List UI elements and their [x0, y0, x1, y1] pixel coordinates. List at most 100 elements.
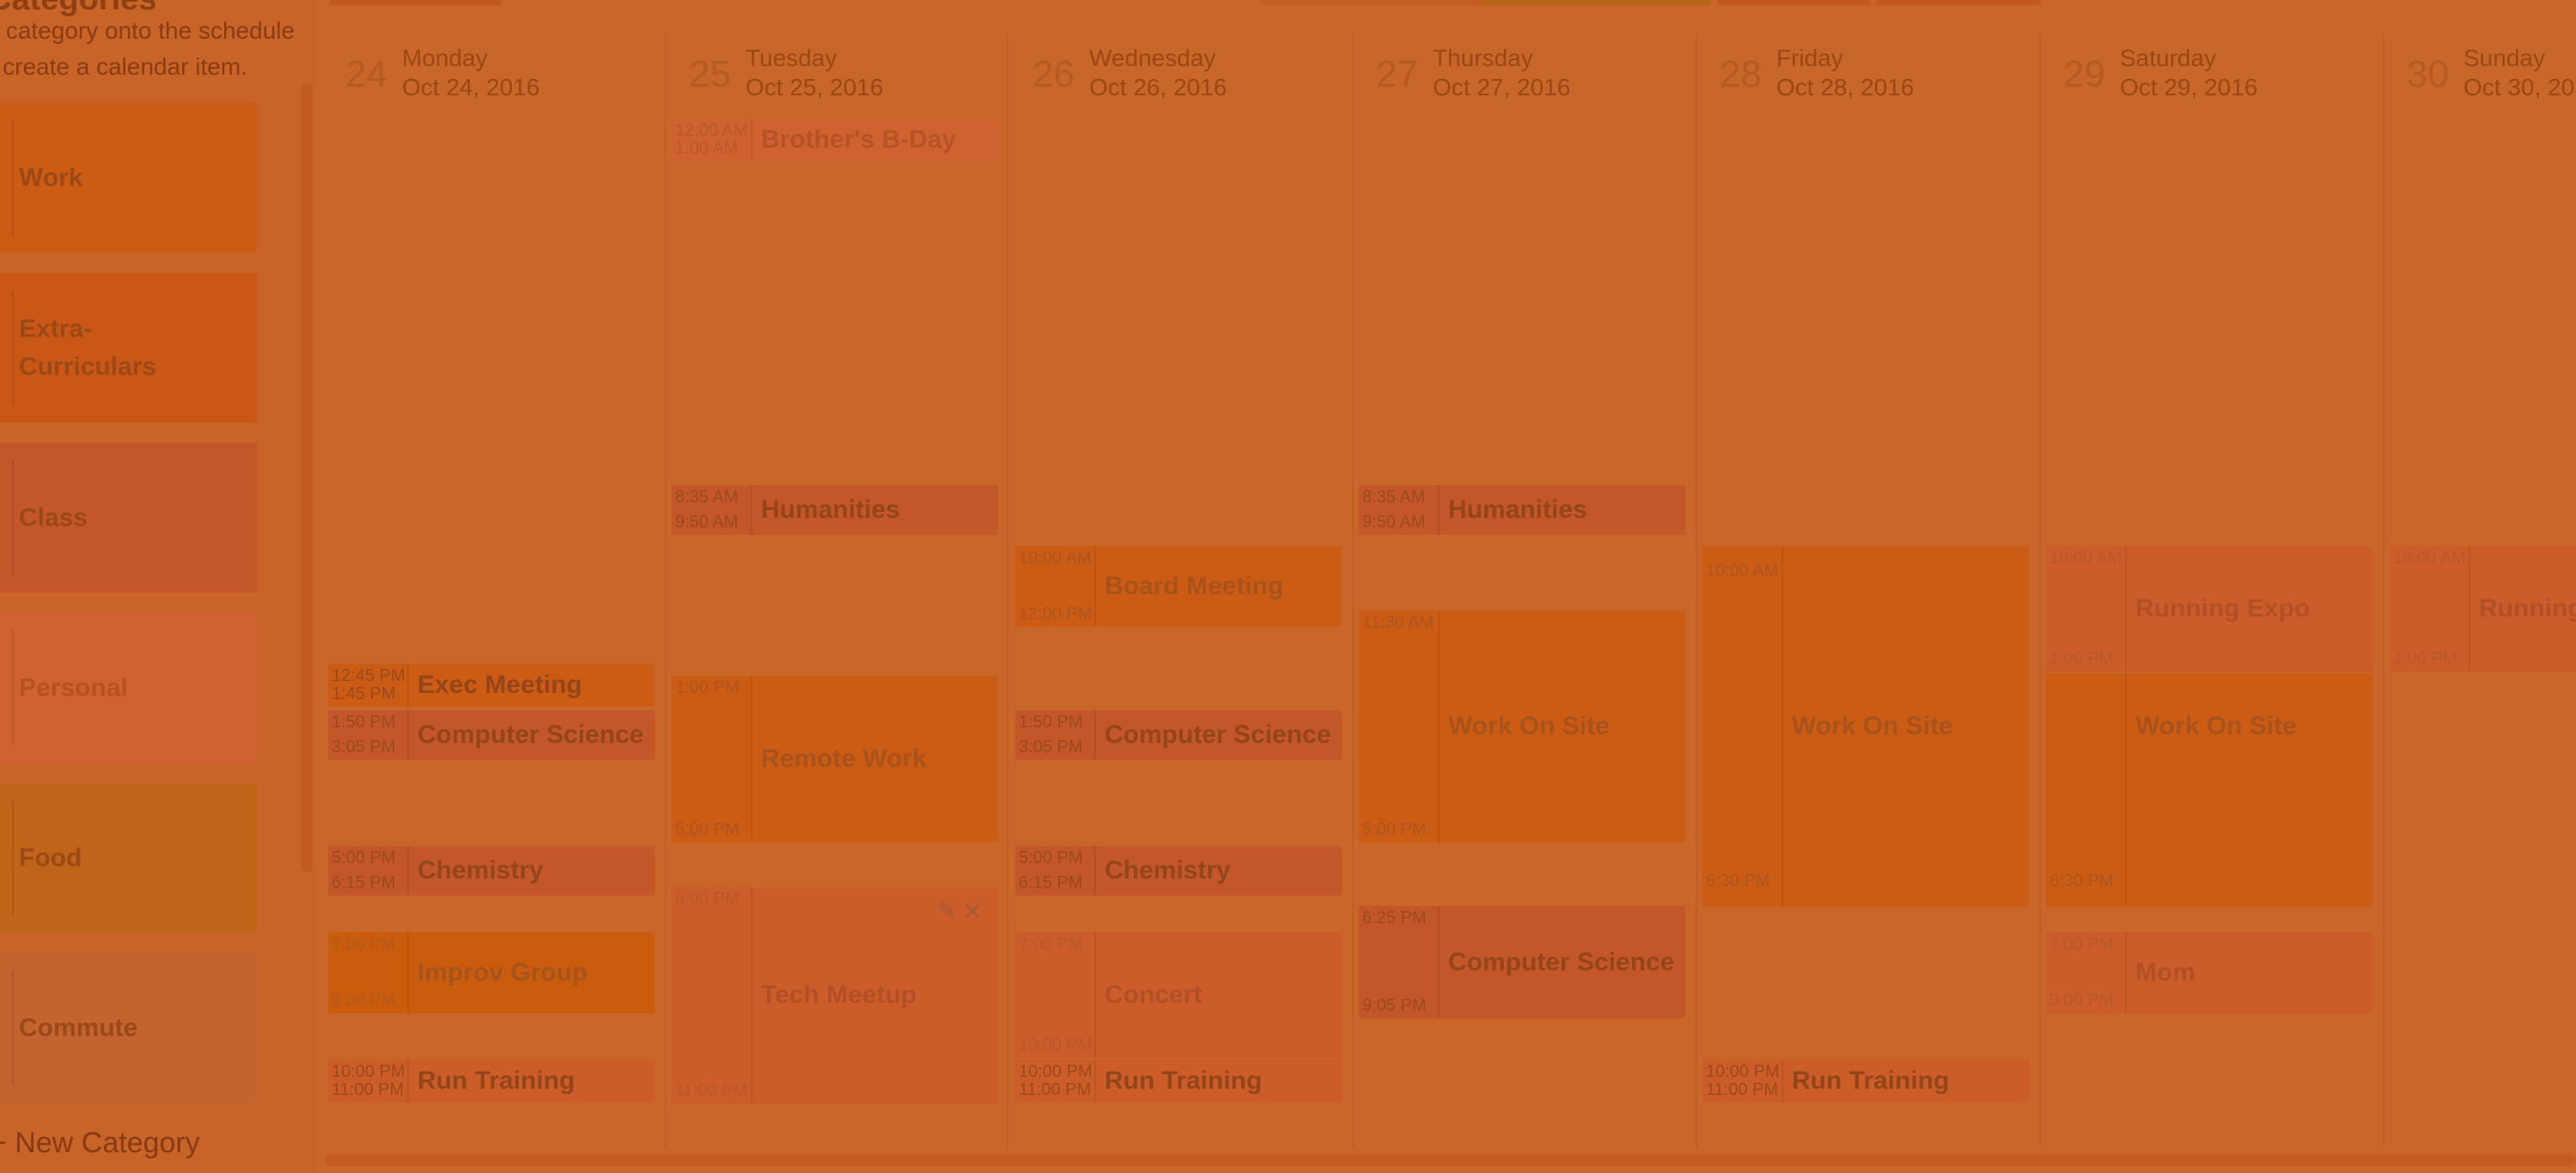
event-title: Mom: [2135, 958, 2195, 987]
column-divider: [1696, 34, 1697, 1147]
calendar-event[interactable]: 10:00 PM 11:00 PM Run Training: [1702, 1060, 2029, 1103]
event-end-time: 6:30 PM: [1706, 872, 1770, 890]
category-label: Food: [19, 843, 82, 872]
day-header-tuesday: 25 Tuesday Oct 25, 2016: [670, 45, 1005, 105]
calendar-event[interactable]: 10:00 PM 11:00 PM Run Training: [1015, 1060, 1342, 1103]
event-title: Work On Site: [1792, 712, 1953, 740]
event-title: Humanities: [1448, 495, 1587, 524]
event-start-time: 7:00 PM: [1019, 935, 1083, 954]
day-header-thursday: 27 Thursday Oct 27, 2016: [1357, 45, 1692, 105]
sidebar-scrollbar[interactable]: [301, 84, 313, 872]
event-end-time: 9:05 PM: [1362, 996, 1427, 1015]
event-title: Computer Science: [417, 720, 644, 749]
drag-handle[interactable]: [12, 290, 14, 405]
event-end-time: 9:00 PM: [2049, 991, 2114, 1010]
category-commute[interactable]: Commute: [0, 953, 257, 1103]
close-icon[interactable]: ✕: [963, 898, 988, 925]
event-start-time: 6:25 PM: [1362, 909, 1427, 927]
day-header-wednesday: 26 Wednesday Oct 26, 2016: [1014, 45, 1349, 105]
calendar-event[interactable]: 5:00 PM 6:15 PM Chemistry: [328, 846, 655, 896]
calendar-event[interactable]: 6:25 PM 9:05 PM Computer Science: [1359, 906, 1685, 1018]
category-label: Class: [19, 503, 88, 532]
column-divider: [1007, 34, 1008, 1147]
calendar-event-selected[interactable]: 6:00 PM 11:00 PM Tech Meetup ✎✕: [672, 887, 998, 1103]
event-title: Run Training: [1105, 1067, 1263, 1095]
event-title: Improv Group: [417, 958, 588, 987]
day-date: Oct 30, 2016: [2463, 74, 2576, 100]
tab-indicator[interactable]: [1876, 0, 2041, 5]
day-date: Oct 27, 2016: [1433, 74, 1571, 100]
category-class[interactable]: Class: [0, 443, 257, 593]
event-end-time: 11:00 PM: [332, 1080, 405, 1099]
calendar-event[interactable]: 1:00 PM 5:00 PM Remote Work: [672, 676, 998, 842]
event-end-time: 12:00 PM: [1019, 605, 1093, 623]
column-divider: [665, 34, 667, 1147]
calendar-event[interactable]: 5:00 PM 6:15 PM Chemistry: [1015, 846, 1342, 896]
event-title: Remote Work: [761, 745, 927, 773]
day-number: 27: [1376, 53, 1418, 95]
event-start-time: 8:35 AM: [675, 488, 739, 507]
event-title: Run Training: [1792, 1067, 1950, 1095]
event-end-time: 6:15 PM: [332, 873, 396, 892]
drag-handle[interactable]: [12, 970, 14, 1085]
calendar-event[interactable]: 7:00 PM 9:00 PM Improv Group: [328, 933, 655, 1013]
edit-pencil-icon[interactable]: ✎: [937, 898, 962, 925]
event-end-time: 11:00 PM: [675, 1081, 748, 1100]
calendar-event[interactable]: 8:35 AM 9:50 AM Humanities: [1359, 485, 1685, 535]
calendar-event[interactable]: 7:00 PM 10:00 PM Concert: [1015, 933, 1342, 1058]
event-title: Work On Site: [1448, 712, 1610, 740]
calendar-event[interactable]: 8:35 AM 9:50 AM Humanities: [672, 485, 998, 535]
calendar-event[interactable]: 1:50 PM 3:05 PM Computer Science: [328, 710, 655, 760]
event-end-time: 11:00 PM: [1019, 1080, 1092, 1099]
calendar-event[interactable]: 10:00 AM 1:00 PM Running: [2390, 546, 2576, 672]
column-divider: [1352, 34, 1354, 1147]
event-title: Run Training: [417, 1067, 575, 1095]
event-start-time: 10:00 AM: [2393, 549, 2466, 568]
day-date: Oct 25, 2016: [746, 74, 884, 100]
day-header-saturday: 29 Saturday Oct 29, 2016: [2044, 45, 2379, 105]
event-end-time: 1:00 PM: [2049, 649, 2114, 668]
drag-handle[interactable]: [12, 800, 14, 915]
sidebar-instruction: Drag a category onto the schedule: [0, 17, 295, 44]
drag-handle[interactable]: [12, 630, 14, 745]
calendar-event[interactable]: 7:00 PM 9:00 PM Mom: [2046, 933, 2372, 1013]
category-personal[interactable]: Personal: [0, 613, 257, 763]
event-start-time: 12:45 PM: [332, 666, 405, 685]
calendar-event[interactable]: 6:30 PM Work On Site: [2046, 673, 2372, 907]
calendar-event[interactable]: 1:50 PM 3:05 PM Computer Science: [1015, 710, 1342, 760]
drag-handle[interactable]: [12, 460, 14, 575]
day-name: Friday: [1776, 45, 1843, 71]
horizontal-scrollbar[interactable]: [325, 1154, 2576, 1166]
tab-indicator[interactable]: [1261, 0, 1481, 5]
calendar-event[interactable]: 10:00 AM 12:00 PM Board Meeting: [1015, 546, 1342, 627]
day-name: Thursday: [1433, 45, 1533, 71]
new-category-button[interactable]: + New Category: [0, 1127, 200, 1160]
event-title: Exec Meeting: [417, 671, 582, 699]
event-start-time: 10:00 AM: [1706, 562, 1779, 580]
calendar-event[interactable]: 11:30 AM 5:00 PM Work On Site: [1359, 611, 1685, 842]
day-number: 25: [689, 53, 731, 95]
drag-handle[interactable]: [12, 120, 14, 235]
category-extra-curriculars[interactable]: Extra- Curriculars: [0, 273, 257, 422]
day-header-friday: 28 Friday Oct 28, 2016: [1701, 45, 2036, 105]
tab-indicator[interactable]: [330, 0, 502, 5]
column-divider: [2039, 34, 2041, 1147]
event-end-time: 10:00 PM: [1019, 1036, 1093, 1054]
event-start-time: 6:00 PM: [675, 890, 740, 909]
category-work[interactable]: Work: [0, 103, 257, 252]
calendar-event[interactable]: 12:00 AM 1:00 AM Brother's B-Day: [672, 119, 998, 161]
calendar-event[interactable]: 10:00 AM 1:00 PM Running Expo: [2046, 546, 2372, 672]
event-title: Running Expo: [2135, 594, 2311, 623]
calendar-event[interactable]: 10:00 PM 11:00 PM Run Training: [328, 1060, 655, 1103]
tab-indicator-active[interactable]: [1481, 0, 1711, 5]
category-food[interactable]: Food: [0, 783, 257, 933]
event-end-time: 9:00 PM: [332, 991, 396, 1010]
day-number: 30: [2407, 53, 2449, 95]
calendar-event[interactable]: 10:00 AM 6:30 PM Work On Site: [1702, 546, 2029, 907]
calendar-event[interactable]: 12:45 PM 1:45 PM Exec Meeting: [328, 664, 655, 707]
tab-indicator[interactable]: [1718, 0, 1871, 5]
event-start-time: 5:00 PM: [1019, 848, 1083, 867]
event-title: Humanities: [761, 495, 900, 524]
day-date: Oct 24, 2016: [402, 74, 540, 100]
event-end-time: 9:50 AM: [1362, 513, 1426, 532]
